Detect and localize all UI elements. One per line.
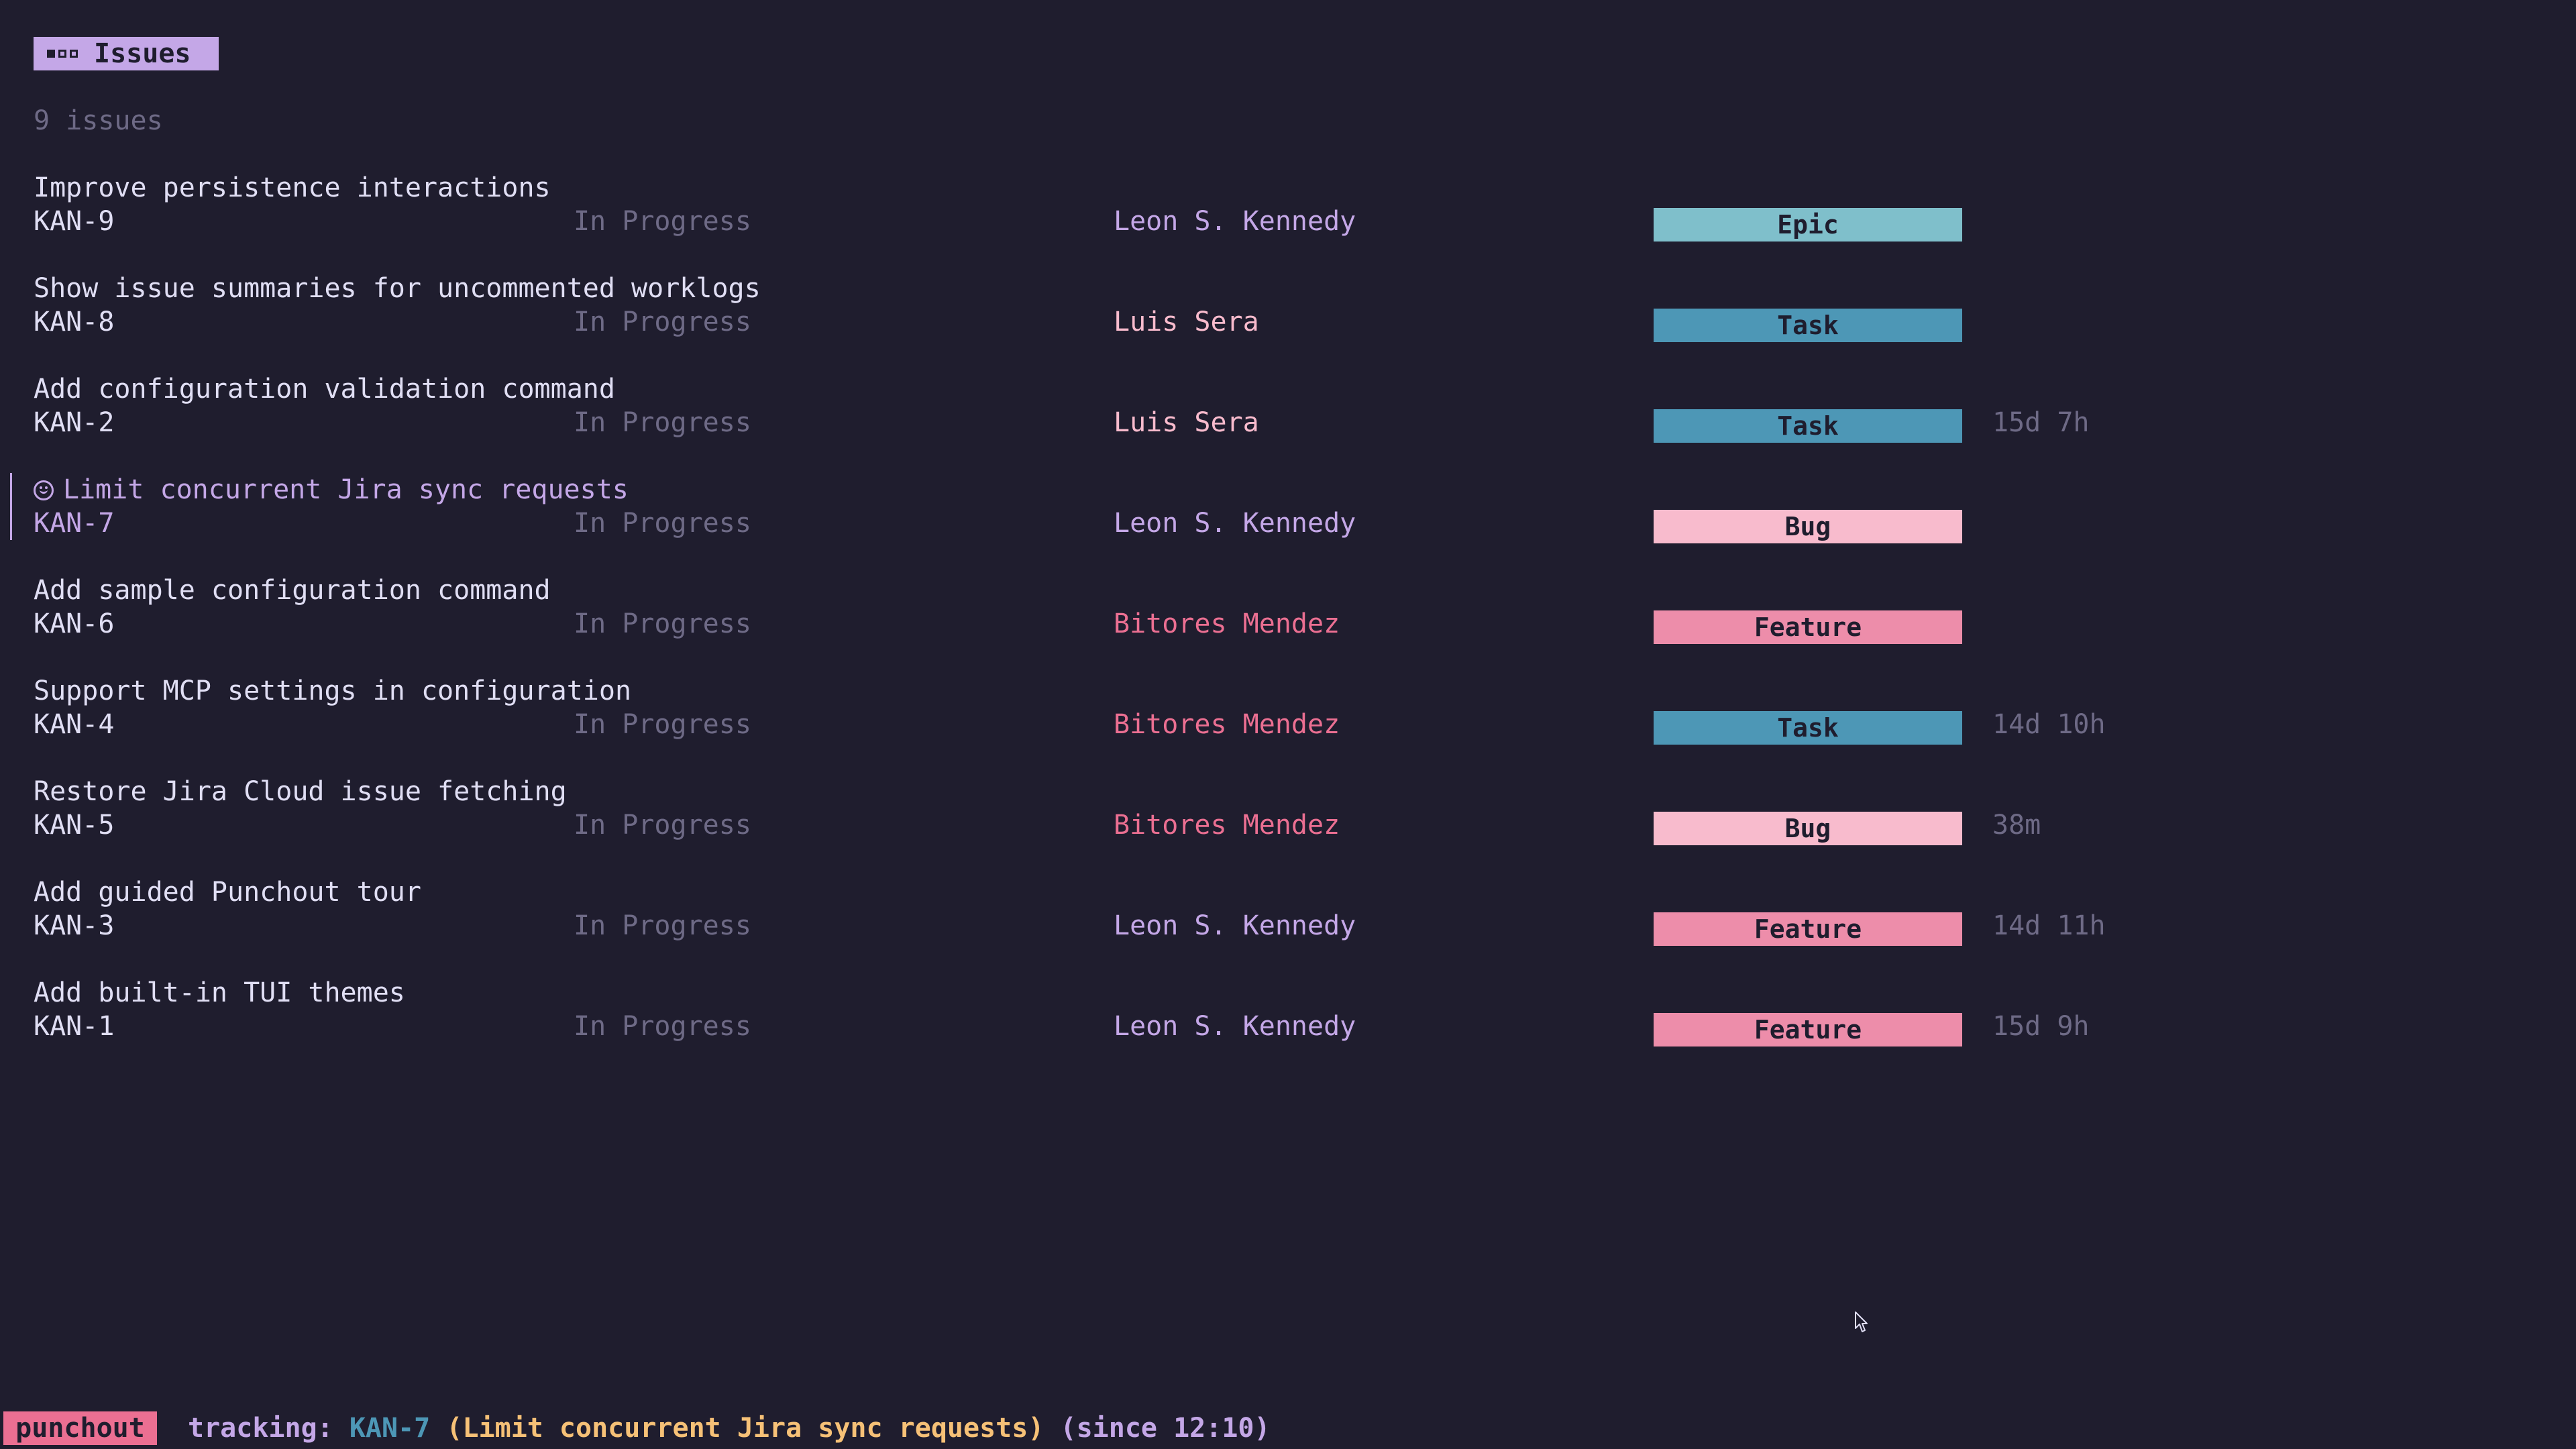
issues-header: Issues <box>34 37 219 70</box>
issue-assignee: Bitores Mendez <box>1114 608 1340 639</box>
issue-status: In Progress <box>574 307 751 337</box>
issue-row[interactable]: Show issue summaries for uncommented wor… <box>0 272 2576 342</box>
issue-title-text: Add sample configuration command <box>34 575 551 606</box>
issue-title-text: Add configuration validation command <box>34 374 615 405</box>
issue-assignee: Leon S. Kennedy <box>1114 910 1356 941</box>
issue-status: In Progress <box>574 709 751 740</box>
tracking-status: tracking: KAN-7 (Limit concurrent Jira s… <box>188 1411 1271 1445</box>
issue-type-badge: Bug <box>1654 812 1962 845</box>
issue-title: Restore Jira Cloud issue fetching <box>34 775 567 808</box>
issue-type-badge: Task <box>1654 409 1962 443</box>
issue-assignee: Luis Sera <box>1114 407 1259 438</box>
issue-title-text: Add built-in TUI themes <box>34 977 405 1008</box>
issue-title: Add configuration validation command <box>34 372 615 406</box>
status-bar: punchout tracking: KAN-7 (Limit concurre… <box>0 1411 2576 1445</box>
issue-key: KAN-9 <box>34 206 115 237</box>
issue-title-text: Improve persistence interactions <box>34 172 551 203</box>
issue-type-badge: Feature <box>1654 1013 1962 1046</box>
issue-time-logged: 14d 11h <box>1992 910 2106 941</box>
issue-key: KAN-8 <box>34 307 115 337</box>
issue-title: Show issue summaries for uncommented wor… <box>34 272 761 305</box>
issue-key: KAN-1 <box>34 1011 115 1042</box>
issue-title-text: Show issue summaries for uncommented wor… <box>34 273 761 304</box>
issue-time-logged: 38m <box>1992 810 2041 841</box>
issue-title-text: Add guided Punchout tour <box>34 877 421 908</box>
issue-assignee: Leon S. Kennedy <box>1114 206 1356 237</box>
issue-key: KAN-5 <box>34 810 115 841</box>
issue-row[interactable]: Add built-in TUI themes KAN-1 In Progress L… <box>0 976 2576 1046</box>
issue-type-badge: Task <box>1654 711 1962 745</box>
tracking-since: (since 12:10) <box>1060 1413 1271 1444</box>
issue-title: Limit concurrent Jira sync requests <box>34 473 629 506</box>
issue-title-text: Limit concurrent Jira sync requests <box>63 474 629 505</box>
issue-time-logged: 15d 9h <box>1992 1011 2090 1042</box>
tracking-title: (Limit concurrent Jira sync requests) <box>446 1413 1044 1444</box>
issue-status: In Progress <box>574 608 751 639</box>
issue-type-badge: Feature <box>1654 912 1962 946</box>
issue-title: Support MCP settings in configuration <box>34 674 631 708</box>
issue-assignee: Leon S. Kennedy <box>1114 508 1356 539</box>
tracking-label: tracking: <box>188 1413 333 1444</box>
issue-assignee: Luis Sera <box>1114 307 1259 337</box>
issue-status: In Progress <box>574 206 751 237</box>
issue-title: Improve persistence interactions <box>34 171 551 205</box>
issue-row[interactable]: Add configuration validation command KAN-… <box>0 372 2576 443</box>
tracking-key: KAN-7 <box>349 1413 431 1444</box>
issue-assignee: Bitores Mendez <box>1114 709 1340 740</box>
issue-time-logged: 14d 10h <box>1992 709 2106 740</box>
issue-title: Add sample configuration command <box>34 574 551 607</box>
issue-key: KAN-7 <box>34 508 115 539</box>
issue-row[interactable]: Restore Jira Cloud issue fetching KAN-5 In… <box>0 775 2576 845</box>
issue-key: KAN-4 <box>34 709 115 740</box>
issue-status: In Progress <box>574 910 751 941</box>
issue-key: KAN-2 <box>34 407 115 438</box>
issue-type-badge: Task <box>1654 309 1962 342</box>
issue-count: 9 issues <box>34 105 163 136</box>
issue-title: Add guided Punchout tour <box>34 875 421 909</box>
issue-key: KAN-6 <box>34 608 115 639</box>
issue-row[interactable]: Support MCP settings in configuration KAN… <box>0 674 2576 745</box>
issue-row[interactable]: Improve persistence interactions KAN-9 In … <box>0 171 2576 241</box>
selection-indicator <box>10 473 12 540</box>
issue-type-badge: Feature <box>1654 610 1962 644</box>
issue-title-text: Support MCP settings in configuration <box>34 676 632 706</box>
issue-type-badge: Epic <box>1654 208 1962 241</box>
issue-row[interactable]: Add sample configuration command KAN-6 In … <box>0 574 2576 644</box>
pane-indicator-icon <box>47 50 78 58</box>
issue-status: In Progress <box>574 1011 751 1042</box>
smiley-icon <box>34 480 54 500</box>
issue-time-logged: 15d 7h <box>1992 407 2090 438</box>
issue-assignee: Bitores Mendez <box>1114 810 1340 841</box>
issue-status: In Progress <box>574 508 751 539</box>
issue-status: In Progress <box>574 407 751 438</box>
header-title: Issues <box>94 38 191 69</box>
mouse-pointer-icon <box>1855 1311 1868 1332</box>
app-name-badge: punchout <box>3 1411 157 1445</box>
issue-row[interactable]: Limit concurrent Jira sync requests KAN-7… <box>0 473 2576 543</box>
issue-row[interactable]: Add guided Punchout tour KAN-3 In Progress… <box>0 875 2576 946</box>
issue-type-badge: Bug <box>1654 510 1962 543</box>
issue-status: In Progress <box>574 810 751 841</box>
issue-title: Add built-in TUI themes <box>34 976 405 1010</box>
issue-title-text: Restore Jira Cloud issue fetching <box>34 776 567 807</box>
issue-assignee: Leon S. Kennedy <box>1114 1011 1356 1042</box>
issue-key: KAN-3 <box>34 910 115 941</box>
